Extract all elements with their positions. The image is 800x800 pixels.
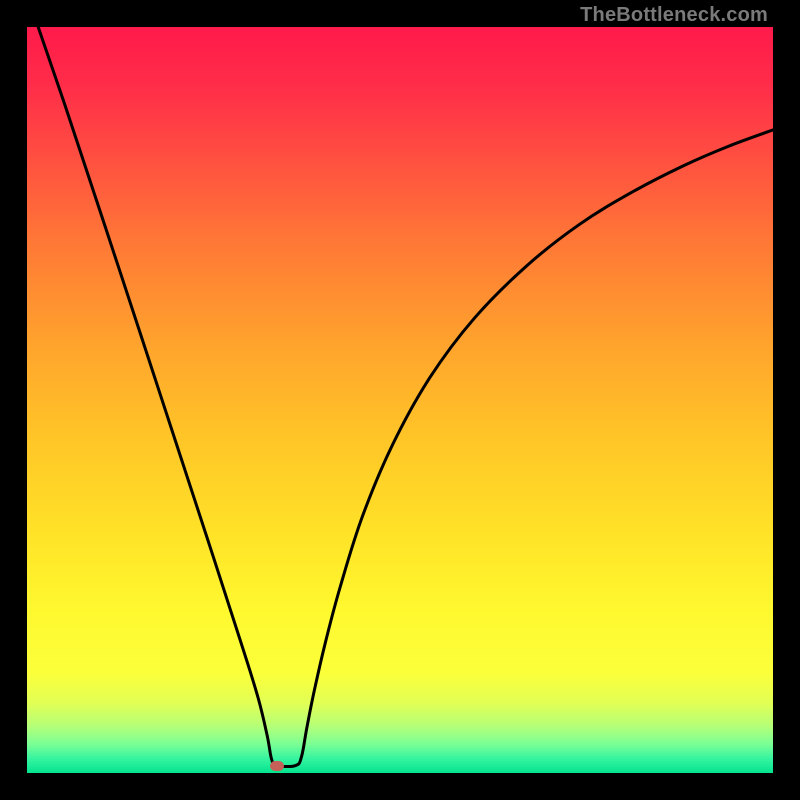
watermark-text: TheBottleneck.com [580, 4, 768, 27]
chart-container: TheBottleneck.com [0, 0, 800, 800]
curve-layer [27, 27, 773, 773]
bottleneck-curve [38, 27, 773, 767]
minimum-marker [270, 761, 284, 771]
plot-area [27, 27, 773, 773]
